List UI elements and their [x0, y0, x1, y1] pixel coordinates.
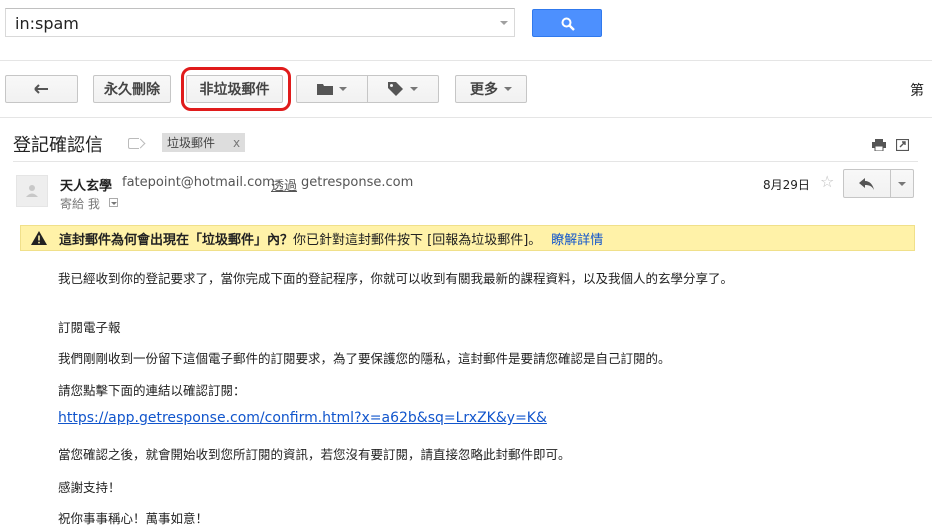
chevron-down-icon: [504, 87, 512, 91]
folder-icon: [317, 84, 333, 95]
more-button[interactable]: 更多: [455, 75, 527, 103]
labels-button[interactable]: [367, 75, 439, 103]
spam-label-chip[interactable]: 垃圾郵件 x: [162, 133, 246, 152]
warning-question: 這封郵件為何會出現在「垃圾郵件」內？: [59, 232, 294, 248]
body-paragraph-2: 我們剛剛收到一份留下這個電子郵件的訂閱要求，為了要保護您的隱私，這封郵件是要請您…: [58, 351, 671, 366]
warning-explanation: 你已針對這封郵件按下 [回報為垃圾郵件]。: [293, 232, 542, 248]
new-window-icon[interactable]: [895, 136, 910, 155]
sender-email: fatepoint@hotmail.com: [122, 175, 275, 190]
recipient-line: 寄給 我: [60, 197, 100, 211]
search-button[interactable]: [532, 9, 602, 37]
chevron-down-icon: [339, 87, 347, 91]
via-domain: getresponse.com: [301, 175, 414, 190]
message-subject: 登記確認信: [13, 135, 103, 156]
confirm-subscription-link[interactable]: https://app.getresponse.com/confirm.html…: [58, 410, 547, 426]
reply-button[interactable]: [843, 169, 891, 198]
search-query: in:spam: [15, 14, 79, 33]
print-all-icon[interactable]: [872, 136, 886, 155]
importance-marker-icon[interactable]: [128, 138, 139, 149]
move-to-button[interactable]: [296, 75, 368, 103]
body-paragraph-1: 我已經收到你的登記要求了，當你完成下面的登記程序，你就可以收到有關我最新的課程資…: [58, 271, 734, 286]
back-button[interactable]: [5, 75, 78, 103]
body-paragraph-3: 請您點擊下面的連結以確認訂閱：: [58, 383, 246, 398]
search-options-dropdown-icon[interactable]: [500, 21, 508, 25]
sender-avatar[interactable]: [16, 175, 48, 207]
reply-icon: [859, 177, 874, 190]
star-icon[interactable]: ☆: [820, 172, 834, 191]
chevron-down-icon: [410, 87, 418, 91]
chip-label: 垃圾郵件: [167, 136, 216, 150]
label-tag-icon: [388, 82, 403, 96]
more-label: 更多: [470, 82, 498, 98]
header-divider: [0, 60, 932, 61]
highlight-circle-annotation: [181, 67, 291, 111]
page-indicator: 第: [910, 83, 924, 99]
via-link[interactable]: 透過: [271, 175, 297, 194]
message-date: 8月29日: [763, 178, 810, 192]
search-icon: [561, 17, 575, 31]
subject-divider: [13, 161, 918, 162]
body-paragraph-4: 當您確認之後，就會開始收到您所訂閱的資訊，若您沒有要訂閱，請直接忽略此封郵件即可…: [58, 447, 571, 462]
remove-label-icon[interactable]: x: [233, 136, 240, 150]
message-more-button[interactable]: [890, 169, 914, 198]
sender-name[interactable]: 天人玄學: [60, 175, 112, 194]
body-paragraph-5: 感謝支持！: [58, 480, 121, 495]
warning-icon: [31, 231, 47, 245]
body-paragraph-6: 祝你事事稱心！萬事如意！: [58, 511, 209, 526]
delete-forever-button[interactable]: 永久刪除: [93, 75, 171, 103]
body-heading: 訂閱電子報: [58, 320, 121, 335]
search-input[interactable]: in:spam: [5, 8, 515, 37]
person-icon: [26, 185, 38, 197]
learn-more-link[interactable]: 瞭解詳情: [551, 229, 603, 248]
show-details-icon[interactable]: [109, 198, 118, 207]
toolbar-divider: [0, 117, 932, 118]
spam-warning-banner: 這封郵件為何會出現在「垃圾郵件」內？ 你已針對這封郵件按下 [回報為垃圾郵件]。…: [20, 225, 915, 251]
chevron-down-icon: [898, 181, 906, 186]
back-arrow-icon: [33, 84, 48, 94]
